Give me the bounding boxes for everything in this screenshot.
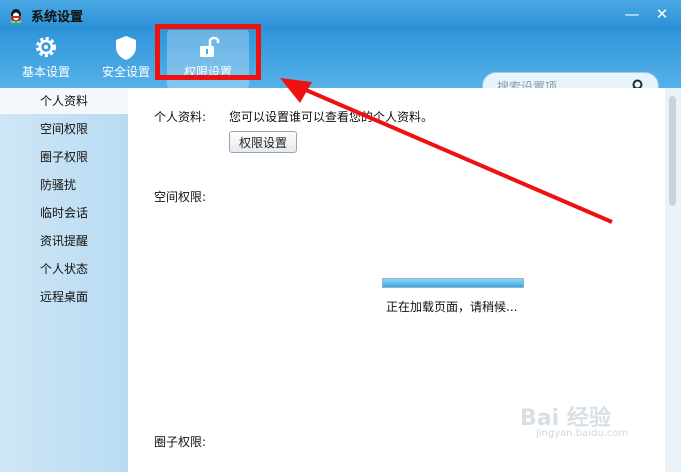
baidu-watermark-url: jingyan.baidu.com xyxy=(536,428,629,439)
